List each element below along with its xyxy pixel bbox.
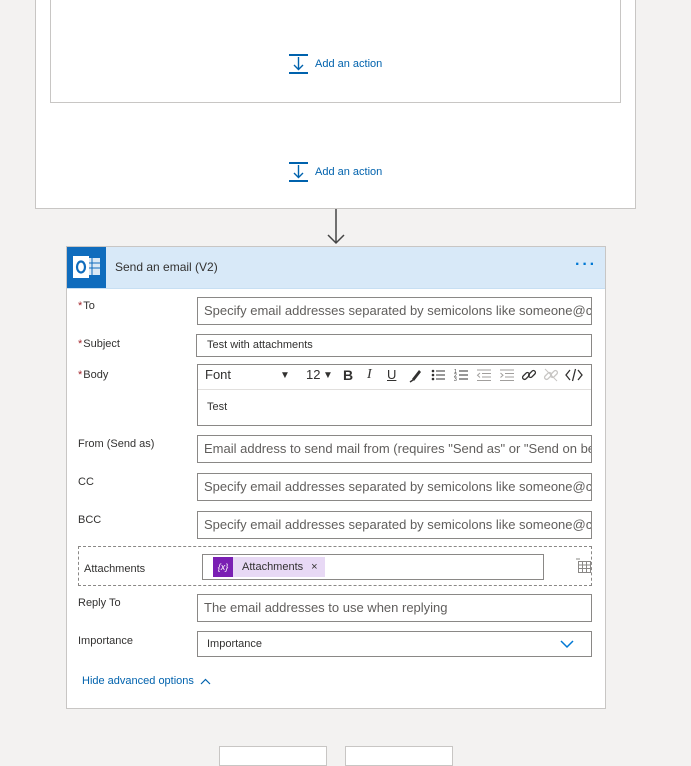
outer-add-action-button[interactable]: Add an action bbox=[289, 162, 382, 182]
reply-to-input[interactable]: The email addresses to use when replying bbox=[197, 594, 592, 622]
font-size-chevron-down-icon[interactable]: ▼ bbox=[323, 370, 333, 381]
body-editor[interactable]: Font ▼ 12 ▼ B I U 123 Test bbox=[197, 364, 592, 426]
token-label: Attachments bbox=[242, 561, 304, 573]
svg-text:3: 3 bbox=[454, 377, 457, 383]
body-content[interactable]: Test bbox=[207, 401, 227, 413]
outlook-icon bbox=[67, 247, 106, 288]
numbered-list-icon[interactable]: 123 bbox=[454, 367, 469, 386]
decrease-indent-icon[interactable] bbox=[476, 367, 492, 386]
new-step-button[interactable] bbox=[219, 746, 327, 766]
body-label: *Body bbox=[78, 369, 109, 381]
inner-scope-container: Add an action bbox=[50, 0, 621, 103]
increase-indent-icon[interactable] bbox=[499, 367, 515, 386]
hide-advanced-label: Hide advanced options bbox=[82, 675, 194, 687]
from-input[interactable]: Email address to send mail from (require… bbox=[197, 435, 592, 463]
remove-token-icon[interactable]: × bbox=[311, 561, 317, 573]
cc-label: CC bbox=[78, 476, 94, 488]
link-icon[interactable] bbox=[521, 367, 537, 386]
unlink-icon[interactable] bbox=[543, 367, 559, 386]
reply-to-label: Reply To bbox=[78, 597, 121, 609]
importance-value: Importance bbox=[207, 638, 263, 650]
save-button[interactable] bbox=[345, 746, 453, 766]
subject-label: *Subject bbox=[78, 338, 120, 350]
inner-add-action-button[interactable]: Add an action bbox=[289, 54, 382, 74]
attachments-label: Attachments bbox=[84, 563, 146, 575]
scope-container: Add an action Add an action bbox=[35, 0, 636, 209]
dynamic-content-icon: {x} bbox=[213, 557, 233, 577]
chevron-up-icon bbox=[200, 678, 211, 684]
card-header[interactable]: Send an email (V2) ··· bbox=[67, 247, 605, 289]
font-chevron-down-icon[interactable]: ▼ bbox=[280, 370, 290, 381]
array-mode-icon[interactable] bbox=[576, 558, 592, 573]
bcc-label: BCC bbox=[78, 514, 102, 526]
inner-add-action-label: Add an action bbox=[315, 58, 383, 70]
more-options-button[interactable]: ··· bbox=[575, 255, 597, 275]
importance-dropdown[interactable]: Importance bbox=[197, 631, 592, 657]
bcc-input[interactable]: Specify email addresses separated by sem… bbox=[197, 511, 592, 539]
italic-icon[interactable]: I bbox=[367, 367, 372, 383]
add-action-icon bbox=[289, 54, 308, 74]
from-label: From (Send as) bbox=[78, 438, 155, 450]
card-title: Send an email (V2) bbox=[115, 260, 218, 274]
connector-arrow-icon bbox=[327, 209, 345, 245]
hide-advanced-options-link[interactable]: Hide advanced options bbox=[82, 675, 211, 687]
body-toolbar: Font ▼ 12 ▼ B I U 123 bbox=[198, 365, 591, 390]
underline-icon[interactable]: U bbox=[387, 367, 396, 382]
attachments-row: Attachments {x} Attachments × bbox=[78, 546, 592, 586]
chevron-down-icon bbox=[560, 640, 574, 649]
attachments-input[interactable]: {x} Attachments × bbox=[202, 554, 544, 580]
font-size-select[interactable]: 12 bbox=[306, 367, 320, 382]
highlight-pen-icon[interactable] bbox=[409, 367, 423, 386]
code-view-icon[interactable] bbox=[565, 367, 583, 386]
send-email-action-card: Send an email (V2) ··· *To Specify email… bbox=[66, 246, 606, 709]
outer-add-action-label: Add an action bbox=[315, 166, 383, 178]
to-input[interactable]: Specify email addresses separated by sem… bbox=[197, 297, 592, 325]
bold-icon[interactable]: B bbox=[343, 367, 353, 383]
to-label: *To bbox=[78, 300, 95, 312]
importance-label: Importance bbox=[78, 635, 134, 647]
add-action-icon bbox=[289, 162, 308, 182]
bullet-list-icon[interactable] bbox=[431, 367, 446, 386]
attachments-token[interactable]: {x} Attachments × bbox=[213, 557, 325, 577]
subject-input[interactable]: Test with attachments bbox=[196, 334, 592, 357]
cc-input[interactable]: Specify email addresses separated by sem… bbox=[197, 473, 592, 501]
